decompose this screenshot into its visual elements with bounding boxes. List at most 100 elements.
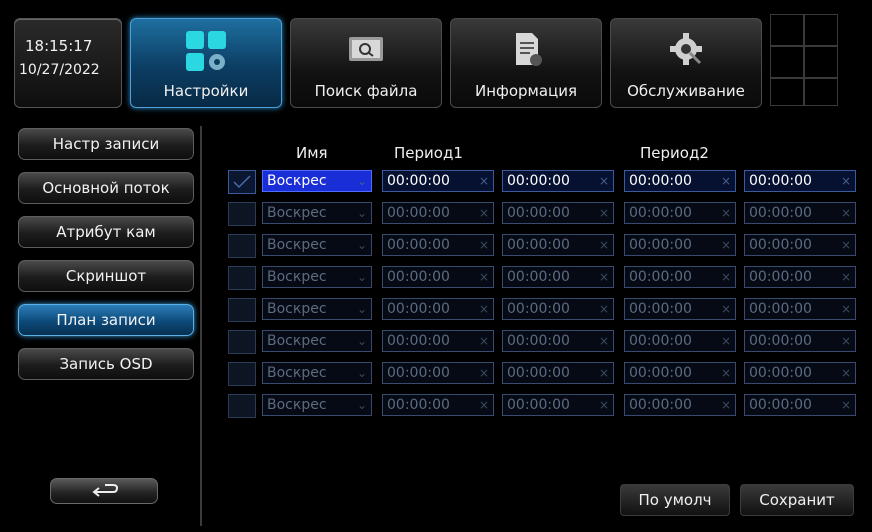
period2-end-time[interactable]: 00:00:00 × bbox=[744, 362, 856, 384]
tab-settings[interactable]: Настройки bbox=[130, 18, 282, 108]
day-select[interactable]: Воскрес ⌄ bbox=[262, 202, 372, 224]
row-enable-checkbox[interactable] bbox=[228, 394, 256, 418]
clear-icon: × bbox=[720, 174, 731, 188]
cell-value: 00:00:00 bbox=[749, 365, 812, 381]
period1-end-time[interactable]: 00:00:00 × bbox=[502, 170, 614, 192]
back-button[interactable] bbox=[50, 478, 158, 504]
clear-icon: × bbox=[720, 270, 731, 284]
day-select[interactable]: Воскрес ⌄ bbox=[262, 234, 372, 256]
clear-icon: × bbox=[478, 302, 489, 316]
column-header-name: Имя bbox=[296, 144, 328, 162]
period2-start-time[interactable]: 00:00:00 × bbox=[624, 234, 736, 256]
period1-end-time[interactable]: 00:00:00 × bbox=[502, 266, 614, 288]
cell-value: Воскрес bbox=[267, 269, 327, 285]
default-button[interactable]: По умолч bbox=[620, 484, 730, 516]
day-select[interactable]: Воскрес ⌄ bbox=[262, 298, 372, 320]
cell-value: 00:00:00 bbox=[387, 269, 450, 285]
save-button[interactable]: Сохранит bbox=[740, 484, 854, 516]
row-enable-checkbox[interactable] bbox=[228, 362, 256, 386]
settings-icon bbox=[182, 29, 230, 77]
period2-end-time[interactable]: 00:00:00 × bbox=[744, 202, 856, 224]
dropdown-arrow-icon: ⌄ bbox=[356, 206, 367, 220]
period1-start-time[interactable]: 00:00:00 × bbox=[382, 170, 494, 192]
period1-start-time[interactable]: 00:00:00 × bbox=[382, 266, 494, 288]
period2-end-time[interactable]: 00:00:00 × bbox=[744, 330, 856, 352]
row-enable-checkbox[interactable] bbox=[228, 234, 256, 258]
clear-icon: × bbox=[840, 302, 851, 316]
tab-label: Обслуживание bbox=[627, 82, 745, 100]
period1-start-time[interactable]: 00:00:00 × bbox=[382, 330, 494, 352]
period1-end-time[interactable]: 00:00:00 × bbox=[502, 330, 614, 352]
clear-icon: × bbox=[598, 270, 609, 284]
dropdown-arrow-icon: ⌄ bbox=[356, 270, 367, 284]
period1-start-time[interactable]: 00:00:00 × bbox=[382, 394, 494, 416]
dropdown-arrow-icon: ⌄ bbox=[356, 174, 367, 188]
period2-start-time[interactable]: 00:00:00 × bbox=[624, 266, 736, 288]
clear-icon: × bbox=[720, 366, 731, 380]
cell-value: 00:00:00 bbox=[749, 237, 812, 253]
clock-date: 10/27/2022 bbox=[19, 62, 100, 78]
period2-end-time[interactable]: 00:00:00 × bbox=[744, 394, 856, 416]
cell-value: 00:00:00 bbox=[507, 269, 570, 285]
period2-start-time[interactable]: 00:00:00 × bbox=[624, 394, 736, 416]
period1-start-time[interactable]: 00:00:00 × bbox=[382, 234, 494, 256]
cell-value: 00:00:00 bbox=[507, 173, 570, 189]
clear-icon: × bbox=[840, 366, 851, 380]
menu-camera-attribute[interactable]: Атрибут кам bbox=[18, 216, 194, 248]
tab-label: Поиск файла bbox=[314, 82, 418, 100]
cell-value: 00:00:00 bbox=[507, 237, 570, 253]
menu-main-stream[interactable]: Основной поток bbox=[18, 172, 194, 204]
period1-end-time[interactable]: 00:00:00 × bbox=[502, 202, 614, 224]
dropdown-arrow-icon: ⌄ bbox=[356, 238, 367, 252]
period2-start-time[interactable]: 00:00:00 × bbox=[624, 362, 736, 384]
menu-record-schedule[interactable]: План записи bbox=[18, 304, 194, 336]
period1-end-time[interactable]: 00:00:00 × bbox=[502, 362, 614, 384]
day-select[interactable]: Воскрес ⌄ bbox=[262, 394, 372, 416]
cell-value: 00:00:00 bbox=[629, 205, 692, 221]
row-enable-checkbox[interactable] bbox=[228, 298, 256, 322]
menu-record-osd[interactable]: Запись OSD bbox=[18, 348, 194, 380]
menu-record-settings[interactable]: Настр записи bbox=[18, 128, 194, 160]
cell-value: 00:00:00 bbox=[749, 173, 812, 189]
day-select[interactable]: Воскрес ⌄ bbox=[262, 266, 372, 288]
period1-start-time[interactable]: 00:00:00 × bbox=[382, 362, 494, 384]
dropdown-arrow-icon: ⌄ bbox=[356, 366, 367, 380]
period2-start-time[interactable]: 00:00:00 × bbox=[624, 170, 736, 192]
cell-value: 00:00:00 bbox=[387, 237, 450, 253]
day-select[interactable]: Воскрес ⌄ bbox=[262, 170, 372, 192]
tab-file-search[interactable]: Поиск файла bbox=[290, 18, 442, 108]
period2-end-time[interactable]: 00:00:00 × bbox=[744, 298, 856, 320]
row-enable-checkbox[interactable] bbox=[228, 266, 256, 290]
menu-screenshot[interactable]: Скриншот bbox=[18, 260, 194, 292]
row-enable-checkbox[interactable] bbox=[228, 170, 256, 194]
information-icon bbox=[506, 29, 546, 73]
cell-value: Воскрес bbox=[267, 173, 327, 189]
period1-start-time[interactable]: 00:00:00 × bbox=[382, 298, 494, 320]
period2-end-time[interactable]: 00:00:00 × bbox=[744, 266, 856, 288]
dropdown-arrow-icon: ⌄ bbox=[356, 398, 367, 412]
row-enable-checkbox[interactable] bbox=[228, 202, 256, 226]
row-enable-checkbox[interactable] bbox=[228, 330, 256, 354]
tab-label: Информация bbox=[474, 82, 578, 100]
period2-start-time[interactable]: 00:00:00 × bbox=[624, 330, 736, 352]
day-select[interactable]: Воскрес ⌄ bbox=[262, 362, 372, 384]
period1-end-time[interactable]: 00:00:00 × bbox=[502, 394, 614, 416]
tab-information[interactable]: Информация bbox=[450, 18, 602, 108]
period1-start-time[interactable]: 00:00:00 × bbox=[382, 202, 494, 224]
cell-value: 00:00:00 bbox=[629, 365, 692, 381]
period1-end-time[interactable]: 00:00:00 × bbox=[502, 234, 614, 256]
cell-value: 00:00:00 bbox=[629, 237, 692, 253]
cell-value: 00:00:00 bbox=[387, 173, 450, 189]
clear-icon: × bbox=[598, 334, 609, 348]
period2-start-time[interactable]: 00:00:00 × bbox=[624, 202, 736, 224]
period2-end-time[interactable]: 00:00:00 × bbox=[744, 234, 856, 256]
tab-maintenance[interactable]: Обслуживание bbox=[610, 18, 762, 108]
period1-end-time[interactable]: 00:00:00 × bbox=[502, 298, 614, 320]
return-arrow-icon bbox=[91, 483, 119, 503]
clear-icon: × bbox=[478, 334, 489, 348]
period2-end-time[interactable]: 00:00:00 × bbox=[744, 170, 856, 192]
period2-start-time[interactable]: 00:00:00 × bbox=[624, 298, 736, 320]
day-select[interactable]: Воскрес ⌄ bbox=[262, 330, 372, 352]
dropdown-arrow-icon: ⌄ bbox=[356, 334, 367, 348]
cell-value: Воскрес bbox=[267, 301, 327, 317]
